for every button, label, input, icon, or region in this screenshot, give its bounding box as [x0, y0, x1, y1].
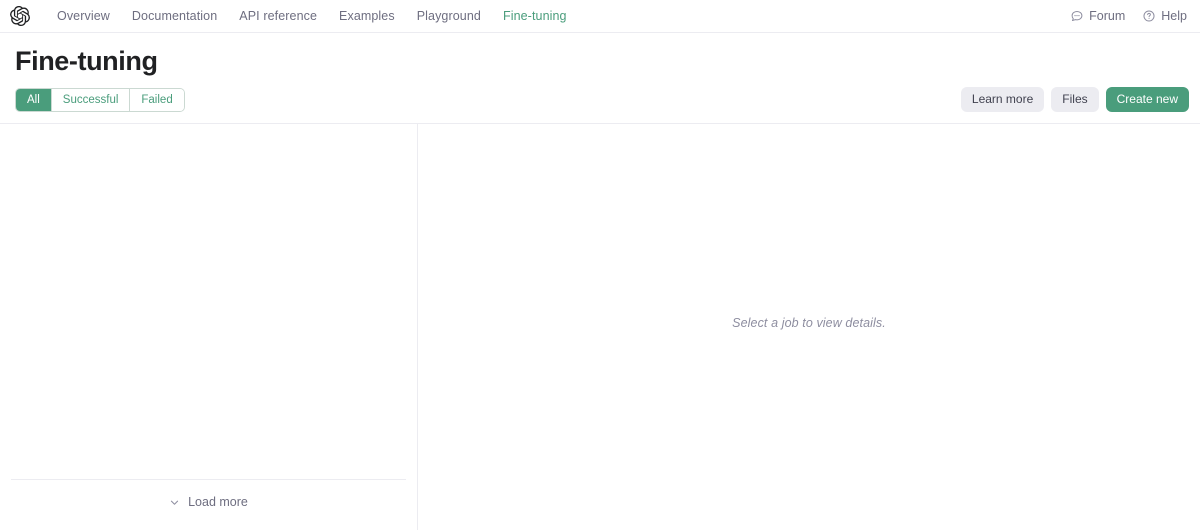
filter-tab-failed[interactable]: Failed	[130, 88, 184, 111]
empty-detail-message: Select a job to view details.	[732, 316, 886, 330]
status-filter-group: All Successful Failed	[15, 87, 185, 112]
load-more-section: Load more	[0, 479, 417, 530]
filter-tab-all[interactable]: All	[16, 88, 52, 111]
job-detail-pane: Select a job to view details.	[418, 124, 1200, 530]
forum-label: Forum	[1089, 9, 1126, 23]
topbar-right-actions: Forum Help	[1070, 9, 1187, 23]
nav-link-overview[interactable]: Overview	[46, 0, 121, 33]
question-circle-icon	[1142, 9, 1156, 23]
job-list-pane: Load more	[0, 124, 418, 530]
openai-logo-icon[interactable]	[9, 5, 31, 27]
help-link[interactable]: Help	[1142, 9, 1187, 23]
chevron-down-icon	[169, 497, 180, 508]
load-more-label: Load more	[188, 495, 248, 509]
nav-link-api-reference[interactable]: API reference	[228, 0, 328, 33]
primary-nav: Overview Documentation API reference Exa…	[46, 0, 578, 33]
page-toolbar: All Successful Failed Learn more Files C…	[15, 87, 1189, 123]
create-new-button[interactable]: Create new	[1105, 87, 1189, 112]
nav-link-examples[interactable]: Examples	[328, 0, 406, 33]
page-header: Fine-tuning All Successful Failed Learn …	[0, 33, 1200, 123]
nav-link-documentation[interactable]: Documentation	[121, 0, 228, 33]
nav-link-playground[interactable]: Playground	[406, 0, 492, 33]
learn-more-button[interactable]: Learn more	[960, 87, 1045, 112]
help-label: Help	[1161, 9, 1187, 23]
chat-bubble-icon	[1070, 9, 1084, 23]
job-list	[0, 124, 417, 479]
files-button[interactable]: Files	[1051, 87, 1099, 112]
filter-tab-successful[interactable]: Successful	[51, 88, 131, 111]
nav-link-fine-tuning[interactable]: Fine-tuning	[492, 0, 578, 33]
top-navigation-bar: Overview Documentation API reference Exa…	[0, 0, 1200, 33]
page-title: Fine-tuning	[15, 46, 158, 76]
content-area: Load more Select a job to view details.	[0, 123, 1200, 530]
toolbar-action-buttons: Learn more Files Create new	[960, 87, 1189, 112]
forum-link[interactable]: Forum	[1070, 9, 1125, 23]
fine-tuning-page: Overview Documentation API reference Exa…	[0, 0, 1200, 530]
load-more-button[interactable]: Load more	[11, 480, 406, 530]
